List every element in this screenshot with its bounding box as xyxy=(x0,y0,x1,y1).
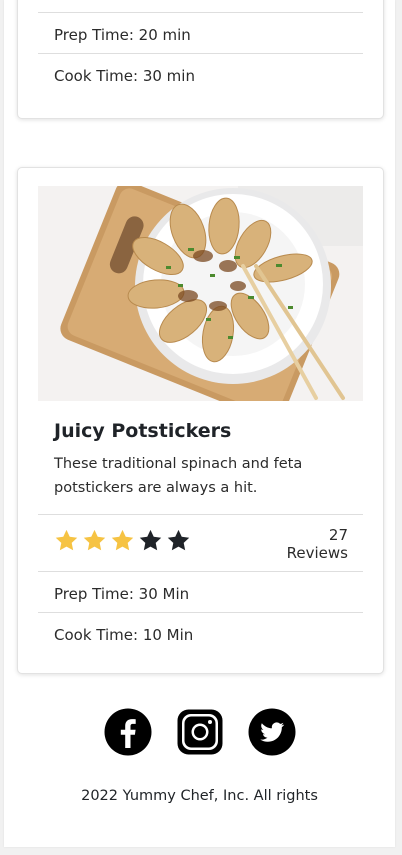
star-filled-icon xyxy=(83,529,106,551)
page: Prep Time: 20 min Cook Time: 30 min Juic… xyxy=(4,0,395,847)
footer-copyright: 2022 Yummy Chef, Inc. All rights xyxy=(81,788,318,804)
star-empty-icon xyxy=(139,529,162,551)
star-filled-icon xyxy=(55,529,78,551)
recipe-title[interactable]: Juicy Potstickers xyxy=(54,419,231,443)
twitter-icon[interactable] xyxy=(248,708,296,756)
prep-time-row: Prep Time: 30 Min xyxy=(38,571,363,612)
prep-time-text: Prep Time: 30 Min xyxy=(54,585,190,603)
star-empty-icon xyxy=(167,529,190,551)
prep-time-text: Prep Time: 20 min xyxy=(54,26,191,44)
instagram-icon[interactable] xyxy=(176,708,224,756)
social-links xyxy=(102,708,302,758)
cook-time-row: Cook Time: 10 Min xyxy=(38,612,363,653)
recipe-card[interactable]: Juicy Potstickers These traditional spin… xyxy=(17,167,384,674)
recipe-description: These traditional spinach and feta potst… xyxy=(54,456,303,496)
star-filled-icon xyxy=(111,529,134,551)
recipe-card-previous: Prep Time: 20 min Cook Time: 30 min xyxy=(17,0,384,119)
cook-time-text: Cook Time: 30 min xyxy=(54,67,195,85)
facebook-icon[interactable] xyxy=(104,708,152,756)
cook-time-text: Cook Time: 10 Min xyxy=(54,626,194,644)
star-rating xyxy=(54,528,191,554)
cook-time-row: Cook Time: 30 min xyxy=(38,53,363,94)
recipe-image[interactable] xyxy=(38,186,363,401)
prep-time-row: Prep Time: 20 min xyxy=(38,12,363,53)
reviews-count[interactable]: 27 Reviews xyxy=(268,526,348,562)
